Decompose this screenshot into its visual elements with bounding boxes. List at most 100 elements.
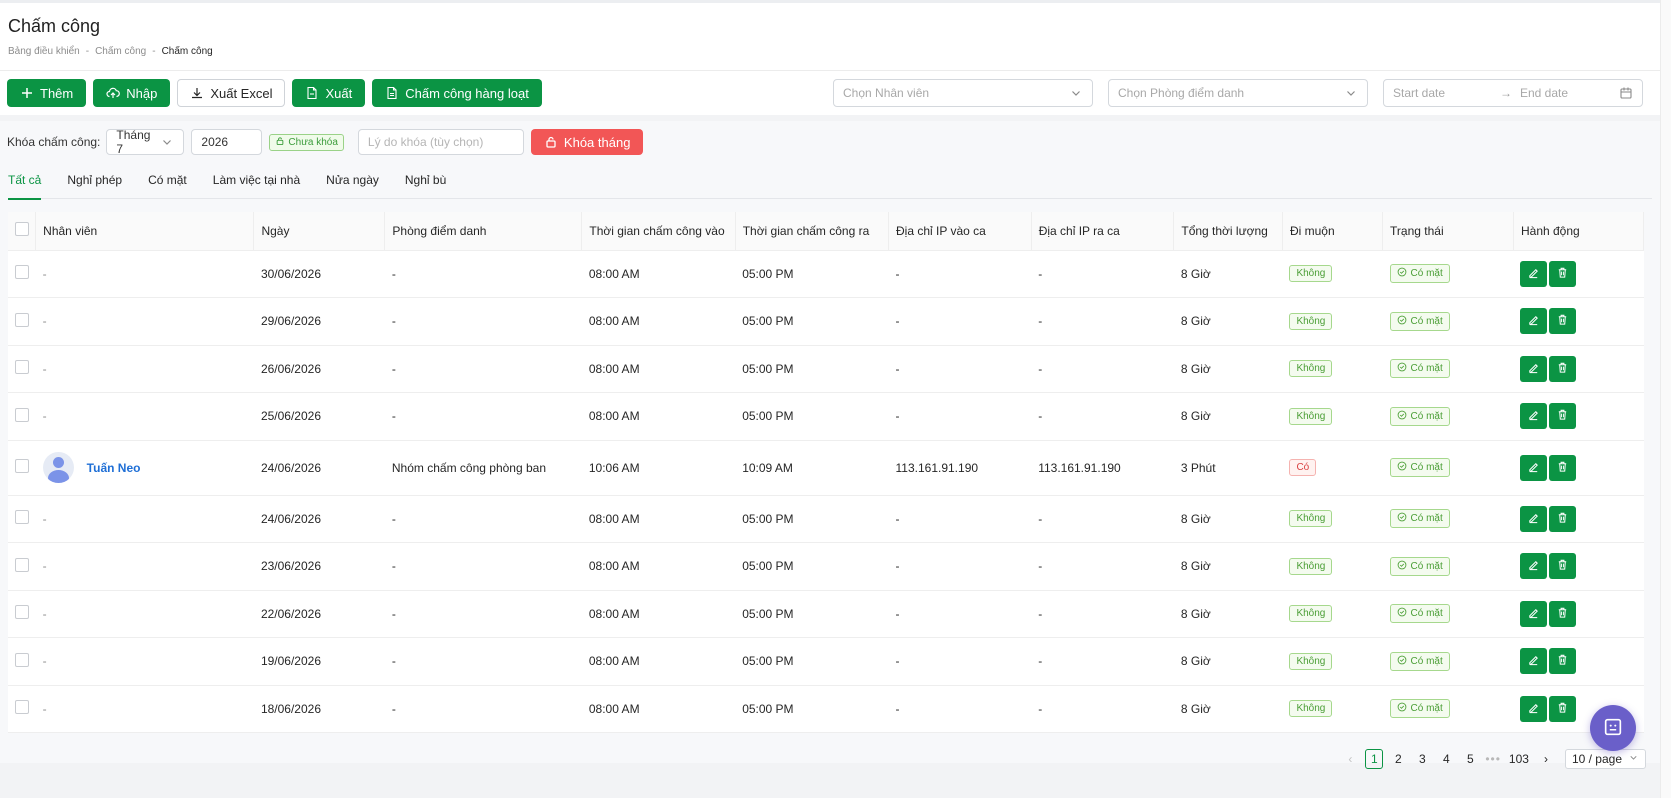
status-label: Có mặt — [1410, 462, 1443, 473]
add-button[interactable]: Thêm — [7, 79, 87, 107]
edit-button[interactable] — [1520, 308, 1548, 335]
lock-month-button[interactable]: Khóa tháng — [530, 129, 644, 155]
room-select[interactable]: Chọn Phòng điểm danh — [1108, 79, 1368, 107]
tab-work-from-home[interactable]: Làm việc tại nhà — [213, 163, 300, 199]
check-in-cell: 08:00 AM — [581, 392, 736, 441]
edit-button[interactable] — [1520, 553, 1548, 580]
room-select-placeholder: Chọn Phòng điểm danh — [1118, 86, 1245, 100]
tab-present[interactable]: Có mặt — [148, 163, 187, 199]
tab-all[interactable]: Tất cả — [8, 163, 42, 200]
delete-button[interactable] — [1549, 648, 1577, 675]
export-excel-button[interactable]: Xuất Excel — [177, 79, 286, 107]
page-title: Chấm công — [8, 16, 101, 36]
actions-cell — [1513, 590, 1644, 638]
edit-button[interactable] — [1520, 695, 1548, 722]
room-cell: - — [384, 685, 582, 733]
row-checkbox[interactable] — [15, 265, 29, 280]
row-checkbox[interactable] — [15, 459, 29, 473]
page-ellipsis[interactable]: ••• — [1485, 752, 1501, 766]
status-badge: Có mặt — [1389, 699, 1450, 719]
delete-button[interactable] — [1549, 260, 1577, 287]
page-3[interactable]: 3 — [1413, 749, 1431, 769]
lock-reason-input[interactable]: Lý do khóa (tùy chọn) — [357, 129, 524, 155]
delete-button[interactable] — [1549, 695, 1577, 722]
check-out-cell: 05:00 PM — [735, 250, 889, 298]
page-2[interactable]: 2 — [1389, 749, 1407, 769]
late-badge: Không — [1289, 557, 1333, 575]
export-button[interactable]: Xuất — [292, 79, 366, 107]
actions-cell — [1513, 440, 1644, 496]
check-in-cell: 08:00 AM — [581, 250, 736, 298]
date-cell: 22/06/2026 — [253, 590, 385, 638]
filters: Chọn Nhân viên Chọn Phòng điểm danh Star… — [833, 79, 1643, 107]
edit-button[interactable] — [1520, 600, 1548, 627]
row-checkbox[interactable] — [15, 700, 29, 715]
delete-button[interactable] — [1549, 600, 1577, 627]
toolbar: Thêm Nhập Xuất Excel Xuất Chấm công hàng… — [0, 71, 1660, 115]
delete-button[interactable] — [1549, 308, 1577, 335]
col-date: Ngày — [253, 212, 386, 251]
date-range-picker[interactable]: Start date → End date — [1383, 79, 1643, 107]
row-checkbox[interactable] — [15, 407, 29, 422]
page-5[interactable]: 5 — [1461, 749, 1479, 769]
delete-button[interactable] — [1549, 505, 1577, 532]
bot-icon — [1602, 716, 1624, 741]
room-cell: Nhóm chấm công phòng ban — [384, 440, 582, 496]
col-total: Tổng thời lượng — [1173, 212, 1283, 251]
status-cell: Có mặt — [1382, 685, 1514, 733]
ip-out-cell: - — [1031, 542, 1174, 591]
row-select-cell — [8, 590, 36, 638]
window-scrollbar[interactable] — [1660, 0, 1671, 798]
tab-leave[interactable]: Nghỉ phép — [67, 163, 122, 199]
start-date-input[interactable]: Start date — [1393, 86, 1492, 100]
row-checkbox[interactable] — [15, 652, 29, 667]
page-size-select[interactable]: 10 / page — [1564, 749, 1646, 769]
delete-button[interactable] — [1549, 553, 1577, 580]
date-cell: 23/06/2026 — [253, 542, 385, 591]
edit-button[interactable] — [1520, 454, 1548, 481]
edit-icon — [1527, 701, 1540, 717]
delete-button[interactable] — [1549, 355, 1577, 382]
ip-in-cell: - — [888, 637, 1032, 686]
month-select[interactable]: Tháng 7 — [106, 128, 185, 156]
table-row: Tuấn Neo 24/06/2026 Nhóm chấm công phòng b… — [8, 440, 1644, 496]
page-last[interactable]: 103 — [1507, 749, 1531, 769]
employee-select[interactable]: Chọn Nhân viên — [833, 79, 1093, 107]
date-cell: 18/06/2026 — [253, 685, 385, 733]
export-button-label: Xuất — [325, 85, 353, 101]
row-checkbox[interactable] — [15, 312, 29, 327]
delete-button[interactable] — [1549, 454, 1577, 481]
breadcrumb-attendance[interactable]: Chấm công — [95, 46, 146, 57]
bulk-attendance-button[interactable]: Chấm công hàng loạt — [372, 79, 542, 107]
row-select-cell — [8, 250, 36, 298]
table-row: -24/06/2026-08:00 AM 05:00 PM - -8 Giờ Không… — [8, 495, 1644, 543]
row-checkbox[interactable] — [15, 510, 29, 525]
table-body: -30/06/2026-08:00 AM 05:00 PM - -8 Giờ Không… — [8, 250, 1644, 733]
end-date-input[interactable]: End date — [1520, 86, 1619, 100]
row-checkbox[interactable] — [15, 557, 29, 572]
late-badge: Không — [1289, 312, 1333, 330]
row-checkbox[interactable] — [15, 605, 29, 620]
tab-comp-off[interactable]: Nghỉ bù — [405, 163, 446, 199]
assistant-fab[interactable] — [1590, 705, 1636, 751]
edit-button[interactable] — [1520, 648, 1548, 675]
prev-page-button[interactable]: ‹ — [1341, 749, 1359, 769]
select-all-checkbox[interactable] — [15, 222, 29, 237]
page-1[interactable]: 1 — [1365, 749, 1384, 769]
edit-button[interactable] — [1520, 260, 1548, 287]
import-button[interactable]: Nhập — [93, 79, 171, 107]
check-circle-icon — [1397, 607, 1407, 620]
col-ip-out: Địa chỉ IP ra ca — [1031, 212, 1175, 251]
late-badge: Không — [1289, 605, 1333, 623]
page-4[interactable]: 4 — [1437, 749, 1455, 769]
tab-half-day[interactable]: Nửa ngày — [326, 163, 379, 199]
breadcrumb-dashboard[interactable]: Bảng điều khiển — [8, 46, 80, 57]
delete-button[interactable] — [1549, 403, 1577, 430]
edit-button[interactable] — [1520, 505, 1548, 532]
year-input[interactable]: 2026 — [191, 129, 263, 155]
edit-button[interactable] — [1520, 403, 1548, 430]
row-checkbox[interactable] — [15, 360, 29, 375]
edit-button[interactable] — [1520, 355, 1548, 382]
employee-name-link[interactable]: Tuấn Neo — [87, 461, 141, 475]
next-page-button[interactable]: › — [1537, 749, 1555, 769]
